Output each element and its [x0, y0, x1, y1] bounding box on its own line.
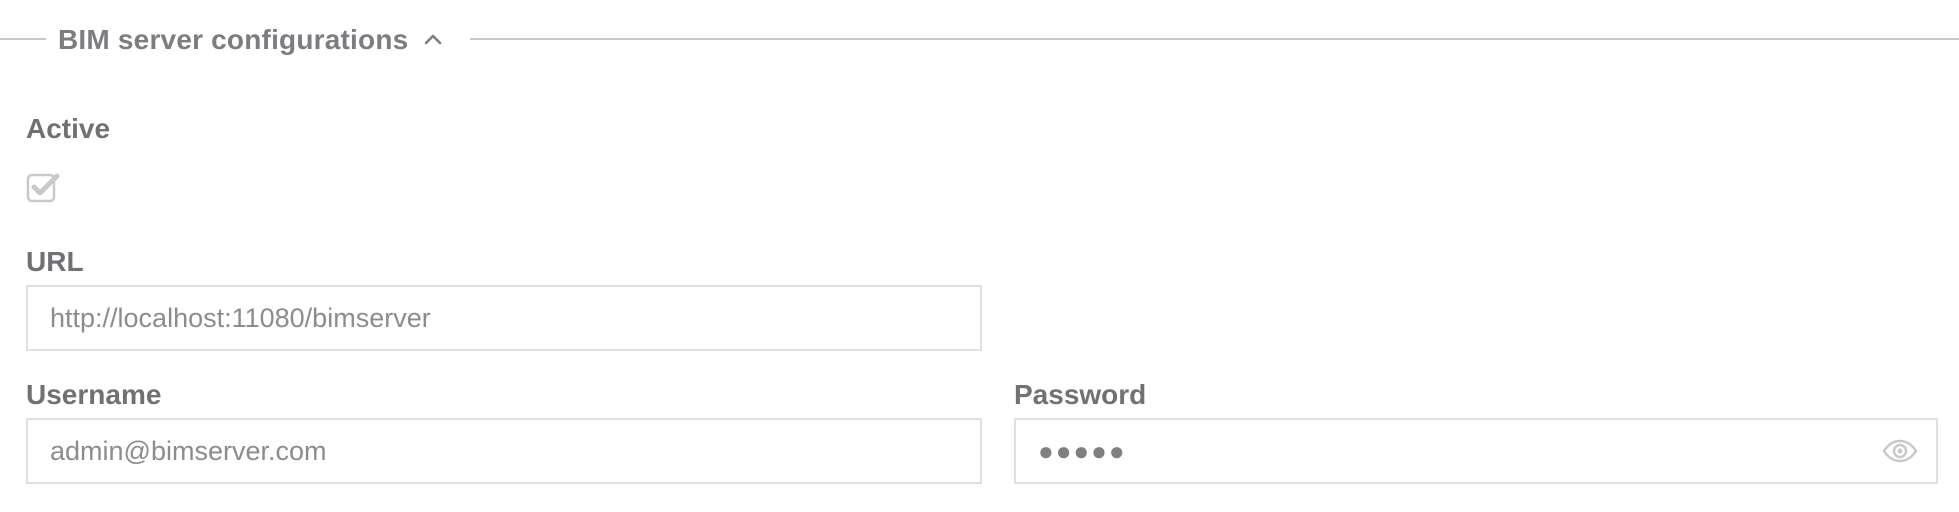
- active-label: Active: [26, 113, 111, 144]
- checkbox-checked-icon: [26, 173, 60, 203]
- bim-server-configurations-section-header: BIM server configurations: [0, 20, 1959, 60]
- eye-icon[interactable]: [1882, 439, 1918, 463]
- url-label: URL: [26, 246, 84, 277]
- section-toggle[interactable]: BIM server configurations: [58, 20, 457, 60]
- section-divider-right: [470, 38, 1959, 40]
- password-label: Password: [1014, 379, 1147, 410]
- password-masked-value: ●●●●●: [1038, 435, 1127, 466]
- username-value: admin@bimserver.com: [50, 435, 327, 466]
- password-input[interactable]: ●●●●●: [1014, 418, 1938, 484]
- username-input[interactable]: admin@bimserver.com: [26, 418, 982, 484]
- username-label: Username: [26, 379, 162, 410]
- url-input[interactable]: http://localhost:11080/bimserver: [26, 285, 982, 351]
- chevron-up-icon[interactable]: [422, 29, 444, 51]
- section-title: BIM server configurations: [58, 24, 409, 55]
- section-divider-left: [0, 38, 46, 40]
- url-value: http://localhost:11080/bimserver: [50, 302, 431, 333]
- active-checkbox[interactable]: [26, 170, 60, 204]
